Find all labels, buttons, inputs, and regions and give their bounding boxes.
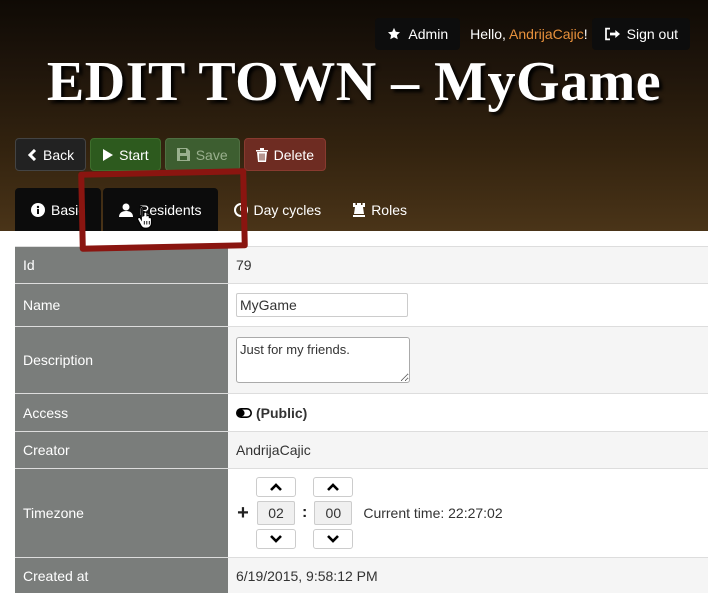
save-label: Save bbox=[195, 146, 228, 163]
created-at-value: 6/19/2015, 9:58:12 PM bbox=[228, 558, 708, 593]
access-value: (Public) bbox=[256, 404, 308, 421]
hours-down-button[interactable] bbox=[256, 529, 296, 549]
chevron-up-icon bbox=[270, 483, 282, 491]
toggle-icon[interactable] bbox=[236, 407, 252, 418]
description-cell: Just for my friends. bbox=[228, 327, 708, 393]
tab-bar: Basic Residents Day cycles Roles bbox=[15, 188, 423, 231]
timezone-editor: + 02 : 00 Current time: 22:27:02 bbox=[236, 477, 503, 549]
start-label: Start bbox=[119, 146, 149, 163]
admin-label: Admin bbox=[408, 26, 449, 42]
hand-cursor-icon bbox=[136, 205, 153, 229]
access-label: Access bbox=[15, 394, 228, 431]
delete-button[interactable]: Delete bbox=[243, 138, 327, 171]
hours-up-button[interactable] bbox=[256, 477, 296, 497]
row-access: Access (Public) bbox=[15, 393, 708, 431]
minutes-up-button[interactable] bbox=[313, 477, 354, 497]
hours-spinner: 02 bbox=[256, 477, 296, 549]
minutes-spinner: 00 bbox=[313, 477, 354, 549]
play-icon bbox=[103, 148, 114, 161]
greeting: Hello, AndrijaCajic! bbox=[460, 26, 592, 42]
name-input[interactable] bbox=[236, 293, 408, 317]
delete-label: Delete bbox=[273, 146, 315, 163]
start-button[interactable]: Start bbox=[90, 138, 161, 171]
id-value: 79 bbox=[228, 247, 708, 283]
chevron-down-icon bbox=[270, 535, 282, 543]
clock-icon bbox=[233, 202, 248, 217]
row-id: Id 79 bbox=[15, 246, 708, 283]
description-textarea[interactable]: Just for my friends. bbox=[236, 337, 410, 383]
action-toolbar: Back Start Save Delete bbox=[15, 138, 327, 171]
back-label: Back bbox=[43, 146, 75, 163]
chevron-down-icon bbox=[327, 535, 340, 543]
hours-input[interactable]: 02 bbox=[257, 501, 295, 525]
tab-day-cycles[interactable]: Day cycles bbox=[218, 188, 338, 231]
access-cell: (Public) bbox=[228, 394, 708, 431]
row-created-at: Created at 6/19/2015, 9:58:12 PM bbox=[15, 557, 708, 593]
back-button[interactable]: Back bbox=[15, 138, 87, 171]
page-title: EDIT TOWN – MyGame bbox=[46, 51, 662, 113]
row-description: Description Just for my friends. bbox=[15, 326, 708, 393]
user-bar: Admin Hello, AndrijaCajic! Sign out bbox=[375, 18, 690, 50]
info-icon bbox=[31, 202, 45, 217]
id-label: Id bbox=[15, 247, 228, 283]
timezone-cell: + 02 : 00 Current time: 22:27:02 bbox=[228, 469, 708, 557]
creator-value: AndrijaCajic bbox=[228, 432, 708, 468]
tab-basic[interactable]: Basic bbox=[15, 188, 102, 231]
tab-residents[interactable]: Residents bbox=[103, 188, 218, 231]
row-timezone: Timezone + 02 : 00 Current time: 22:27:0… bbox=[15, 468, 708, 557]
signout-button[interactable]: Sign out bbox=[591, 18, 690, 50]
minutes-down-button[interactable] bbox=[313, 529, 354, 549]
chevron-up-icon bbox=[327, 483, 340, 491]
star-icon bbox=[388, 27, 401, 40]
page-header: Admin Hello, AndrijaCajic! Sign out EDIT… bbox=[0, 0, 708, 231]
save-button[interactable]: Save bbox=[164, 138, 240, 171]
creator-label: Creator bbox=[15, 432, 228, 468]
town-details-table: Id 79 Name Description Just for my frien… bbox=[15, 246, 708, 593]
trash-icon bbox=[255, 147, 268, 162]
username-link[interactable]: AndrijaCajic bbox=[509, 26, 584, 42]
rook-icon bbox=[353, 202, 366, 217]
time-separator: : bbox=[302, 504, 308, 521]
name-label: Name bbox=[15, 284, 228, 326]
signout-icon bbox=[604, 27, 620, 41]
created-at-label: Created at bbox=[15, 558, 228, 593]
tab-roles[interactable]: Roles bbox=[337, 188, 423, 231]
current-time: Current time: 22:27:02 bbox=[363, 505, 503, 521]
tab-day-cycles-label: Day cycles bbox=[253, 201, 322, 218]
row-creator: Creator AndrijaCajic bbox=[15, 431, 708, 468]
signout-label: Sign out bbox=[626, 26, 678, 42]
floppy-icon bbox=[176, 148, 190, 161]
description-label: Description bbox=[15, 327, 228, 393]
chevron-left-icon bbox=[27, 148, 37, 161]
tab-roles-label: Roles bbox=[371, 201, 407, 218]
name-cell bbox=[228, 284, 708, 326]
tab-basic-label: Basic bbox=[51, 201, 86, 218]
minutes-input[interactable]: 00 bbox=[314, 501, 353, 525]
greeting-prefix: Hello, bbox=[470, 26, 510, 42]
admin-button[interactable]: Admin bbox=[375, 18, 461, 50]
greeting-suffix: ! bbox=[583, 26, 588, 42]
timezone-label: Timezone bbox=[15, 469, 228, 557]
row-name: Name bbox=[15, 283, 708, 326]
timezone-sign[interactable]: + bbox=[236, 502, 250, 525]
user-icon bbox=[119, 203, 134, 217]
